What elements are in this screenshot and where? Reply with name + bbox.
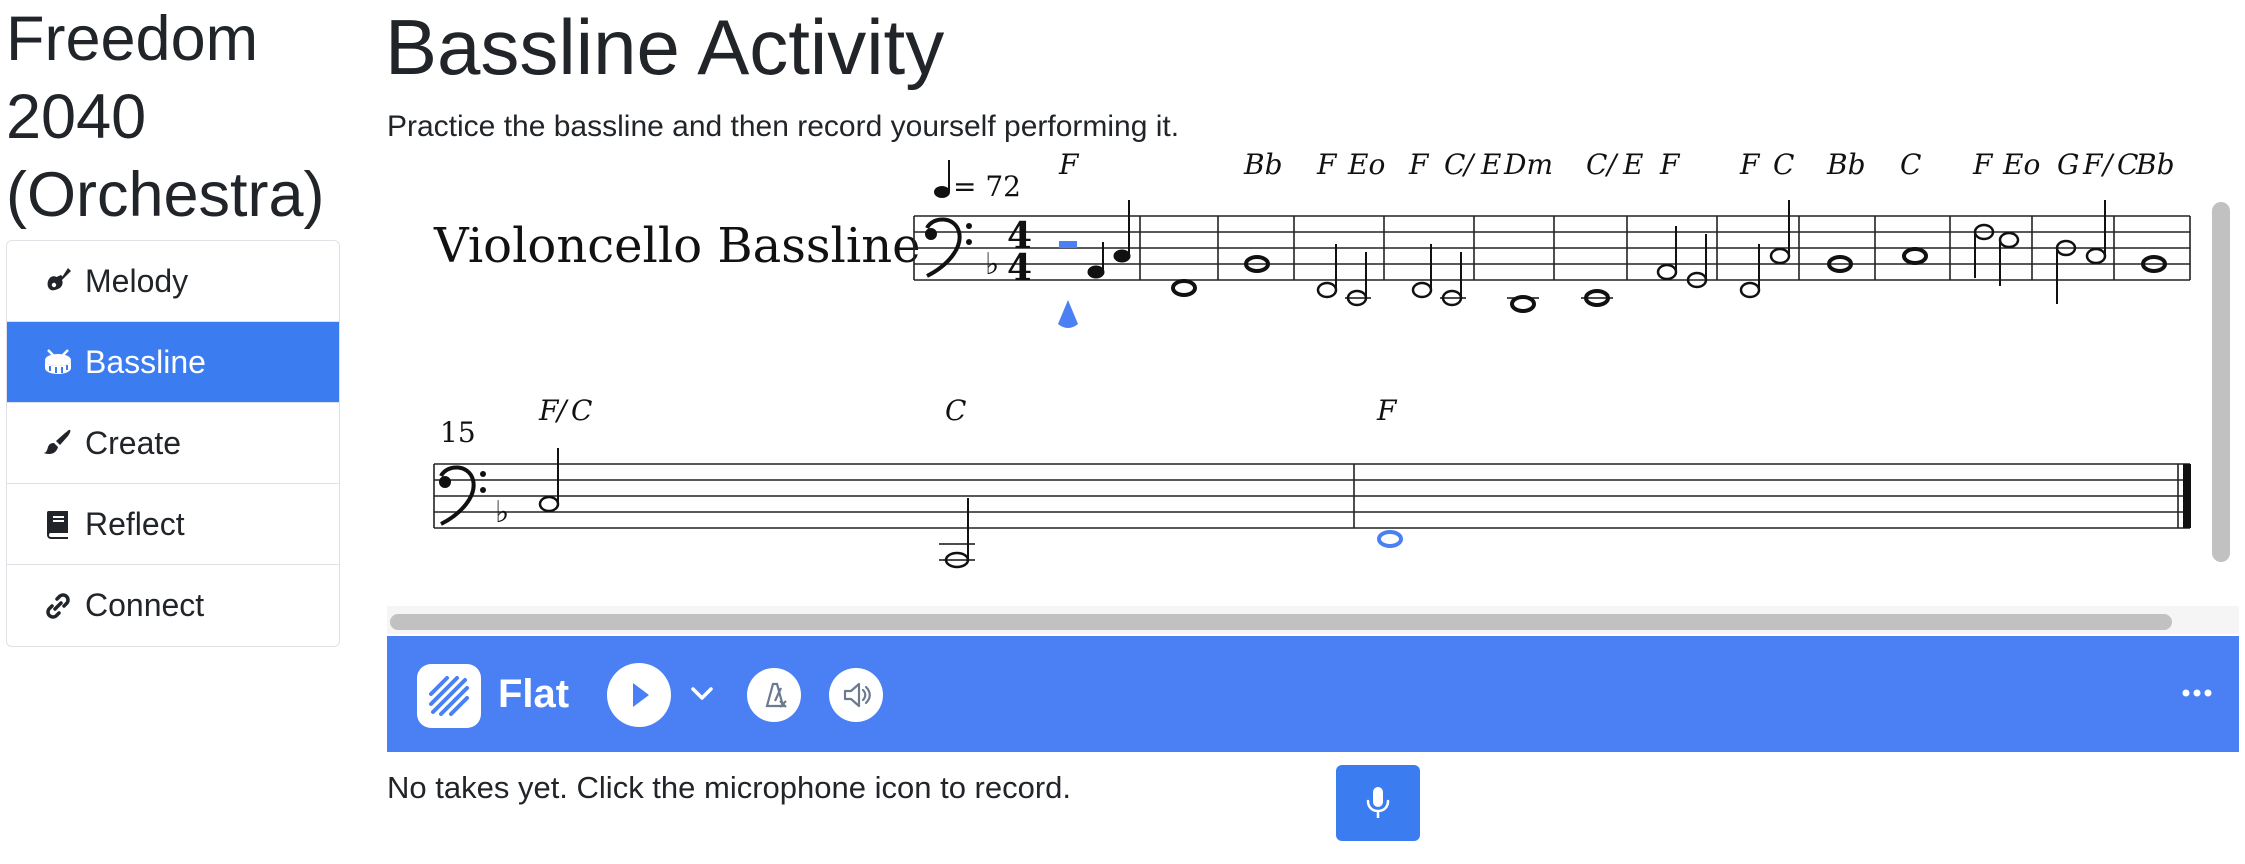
- svg-text:= 72: = 72: [953, 170, 1021, 203]
- sidebar-nav: Melody Bassline Create Reflect Connect: [6, 240, 340, 647]
- svg-text:C: C: [1444, 152, 1465, 181]
- sidebar-item-reflect[interactable]: Reflect: [7, 484, 339, 565]
- paintbrush-icon: [39, 424, 77, 462]
- microphone-icon: [1366, 787, 1390, 818]
- metronome-button[interactable]: [747, 668, 801, 722]
- svg-text:C: C: [1900, 152, 1921, 181]
- svg-text:Bb: Bb: [1826, 152, 1866, 181]
- book-icon: [39, 505, 77, 543]
- player-toolbar: Flat: [387, 636, 2239, 752]
- svg-text:F: F: [1058, 152, 1080, 181]
- volume-button[interactable]: [829, 668, 883, 722]
- svg-text:C: C: [945, 394, 966, 427]
- more-options-icon[interactable]: [2177, 678, 2217, 708]
- chord-symbols-2: F / C C F: [538, 394, 1398, 427]
- svg-text:Bb: Bb: [1243, 152, 1283, 181]
- svg-text:F: F: [1408, 152, 1430, 181]
- record-button[interactable]: [1336, 765, 1420, 841]
- svg-text:Eo: Eo: [2002, 152, 2040, 181]
- svg-text:C: C: [1586, 152, 1607, 181]
- cursor-marker-icon: [1058, 300, 1078, 328]
- sidebar-item-create[interactable]: Create: [7, 403, 339, 484]
- svg-text:C: C: [1773, 152, 1794, 181]
- drum-icon: [39, 343, 77, 381]
- flat-logo-icon[interactable]: [417, 664, 481, 728]
- svg-text:C: C: [571, 394, 592, 427]
- sidebar-item-label: Connect: [85, 587, 205, 623]
- speaker-icon: [843, 682, 871, 708]
- svg-text:/: /: [2100, 152, 2115, 181]
- svg-text:F: F: [1972, 152, 1994, 181]
- play-icon: [633, 683, 649, 707]
- instructions-text: Practice the bassline and then record yo…: [387, 110, 1180, 143]
- link-icon: [39, 587, 77, 625]
- staff-2: [433, 463, 2190, 529]
- sidebar-item-bassline[interactable]: Bassline: [7, 322, 339, 403]
- playback-options-chevron-down-icon[interactable]: [684, 676, 720, 712]
- svg-text:Dm: Dm: [1503, 152, 1553, 181]
- score-horizontal-scrollbar[interactable]: [390, 614, 2172, 630]
- guitar-icon: [39, 262, 77, 300]
- svg-text:F: F: [1739, 152, 1761, 181]
- svg-text:F: F: [1659, 152, 1681, 181]
- sidebar-item-label: Create: [85, 424, 182, 461]
- key-signature-flat: ♭: [985, 247, 999, 282]
- instrument-name: Violoncello Bassline: [433, 218, 921, 274]
- notes-line-2: [538, 448, 1403, 569]
- flat-brand-label[interactable]: Flat: [498, 666, 569, 722]
- tempo-marking: = 72: [934, 160, 1021, 203]
- svg-text:Eo: Eo: [1347, 152, 1385, 181]
- svg-text:E: E: [1622, 152, 1643, 181]
- sidebar-item-label: Reflect: [85, 505, 185, 542]
- sidebar-item-label: Bassline: [85, 343, 206, 380]
- measure-number: 15: [440, 416, 476, 449]
- svg-text:F: F: [2082, 152, 2104, 181]
- recording-status-text: No takes yet. Click the microphone icon …: [387, 770, 1072, 805]
- svg-text:G: G: [2057, 152, 2079, 181]
- sidebar-item-label: Melody: [85, 262, 189, 299]
- sidebar-item-connect[interactable]: Connect: [7, 565, 339, 646]
- playback-cursor: [1059, 241, 1077, 248]
- svg-text:F: F: [1376, 394, 1398, 427]
- sheet-music: Violoncello Bassline ♭ 4 4 = 72 F Bb F E…: [433, 152, 2191, 569]
- sidebar-item-melody[interactable]: Melody: [7, 241, 339, 322]
- time-signature-bottom: 4: [1007, 247, 1032, 289]
- svg-text:/: /: [1461, 152, 1476, 181]
- play-button[interactable]: [607, 663, 671, 727]
- score-viewer[interactable]: Violoncello Bassline ♭ 4 4 = 72 F Bb F E…: [387, 152, 2239, 634]
- staff-1: [914, 215, 2190, 281]
- chord-symbols-1: F Bb F Eo F C / E Dm C / E F F C Bb C F …: [1058, 152, 2175, 181]
- svg-text:/: /: [554, 394, 569, 427]
- final-barline: [2183, 464, 2191, 528]
- svg-text:/: /: [1604, 152, 1619, 181]
- svg-text:F: F: [1316, 152, 1338, 181]
- score-vertical-scrollbar[interactable]: [2212, 202, 2230, 562]
- key-signature-flat: ♭: [495, 495, 509, 530]
- page-title: Bassline Activity: [385, 3, 945, 91]
- svg-text:Bb: Bb: [2135, 152, 2175, 181]
- metronome-off-icon: [765, 682, 787, 708]
- app-title: Freedom 2040 (Orchestra): [6, 4, 325, 230]
- svg-text:E: E: [1480, 152, 1501, 181]
